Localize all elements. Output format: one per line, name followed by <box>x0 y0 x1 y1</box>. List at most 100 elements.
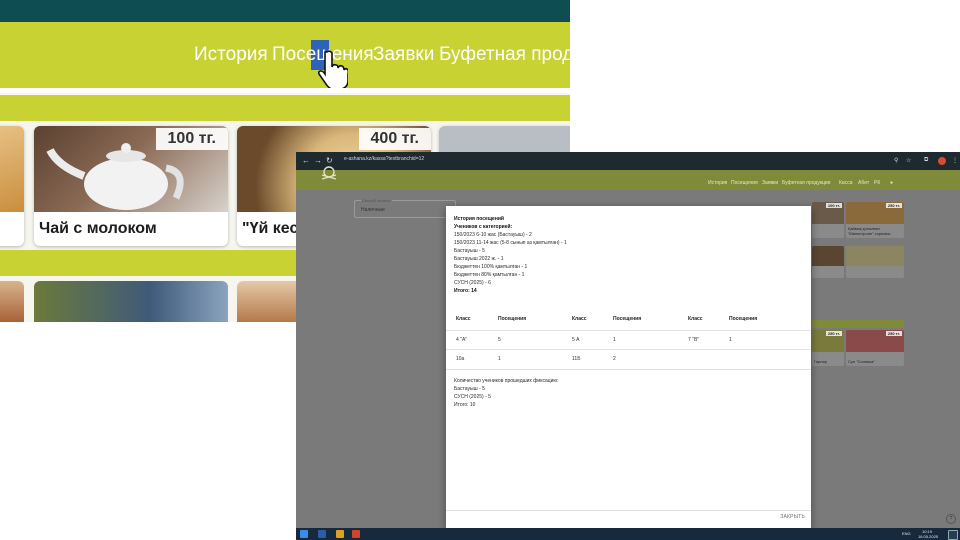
taskbar-app-icon[interactable] <box>352 530 360 538</box>
dialog-title: История посещений <box>454 216 504 222</box>
app-nav-buffet[interactable]: Буфетная продукция <box>782 180 830 186</box>
address-bar[interactable]: e-ashana.kz/kassa?textbranchid=12 <box>344 156 424 162</box>
product-card[interactable]: 250 тг. Гарнир <box>812 330 844 366</box>
zoom-nav-requests[interactable]: Заявки <box>373 44 434 66</box>
app-nav-history[interactable]: История <box>708 180 727 186</box>
product-card[interactable]: 100 тг. <box>812 202 844 238</box>
table-cell: 5 А <box>572 337 580 343</box>
menu-icon[interactable]: ⋮ <box>952 157 958 164</box>
zoom-product-card-tea[interactable]: 100 тг. Чай с молоком <box>34 126 228 246</box>
user-icon[interactable]: ● <box>890 180 893 186</box>
category-total: Итого: 14 <box>454 288 477 294</box>
product-name: Қаймақ қосылған "Минестроне" сорпасы <box>848 226 891 236</box>
price-badge: 250 тг. <box>885 203 902 208</box>
footer-divider <box>446 510 811 511</box>
price-badge: 250 тг. <box>885 331 902 336</box>
help-icon[interactable]: ? <box>946 514 956 524</box>
zoom-top-bar <box>0 0 570 22</box>
table-divider <box>446 369 811 370</box>
zoom-product-card[interactable] <box>0 126 24 246</box>
back-icon[interactable]: ← <box>302 156 310 165</box>
table-cell: 7 "В" <box>688 337 700 343</box>
payment-method-select[interactable]: Способ оплаты Наличные <box>354 198 456 218</box>
zoom-nav-buffet[interactable]: Буфетная продук <box>439 44 570 66</box>
app-nav-requests[interactable]: Заявки <box>762 180 778 186</box>
zoom-divider <box>0 88 570 93</box>
product-name: Суп "Солянка" <box>848 359 875 364</box>
category-line: Бастауыш 2022 ж. - 1 <box>454 256 504 262</box>
table-cell: 1 <box>729 337 732 343</box>
bookmark-star-icon[interactable]: ☆ <box>906 157 911 164</box>
table-header-class: Класс <box>688 316 703 322</box>
browser-window: ← → ↻ e-ashana.kz/kassa?textbranchid=12 … <box>296 152 960 540</box>
table-header-visits: Посещения <box>729 316 758 322</box>
product-card[interactable]: 250 тг. Қаймақ қосылған "Минестроне" сор… <box>846 202 904 238</box>
price-badge: 100 тг. <box>825 203 842 208</box>
reload-icon[interactable]: ↻ <box>326 156 333 165</box>
category-line: Бастауыш - 5 <box>454 248 485 254</box>
table-cell: 2 <box>613 356 616 362</box>
windows-taskbar: ENG 10:19 16.05.2025 <box>296 528 960 540</box>
price-badge: 100 тг. <box>155 128 228 150</box>
table-cell: 11Б <box>572 356 581 362</box>
table-header-class: Класс <box>456 316 471 322</box>
table-cell: 5 <box>498 337 501 343</box>
profile-avatar[interactable] <box>938 157 946 165</box>
app-nav-abit[interactable]: Абит <box>858 180 869 186</box>
table-cell: 1 <box>498 356 501 362</box>
product-card[interactable] <box>846 246 904 278</box>
app-nav-rk[interactable]: РК <box>874 180 880 186</box>
category-line: Бюджеттен 80% қамтылған - 1 <box>454 272 525 278</box>
hand-cursor-icon <box>318 50 348 90</box>
close-button[interactable]: ЗАКРЫТЬ <box>780 514 805 520</box>
extensions-icon[interactable]: ⧉ <box>924 157 928 164</box>
price-badge: 250 тг. <box>825 331 842 336</box>
fixation-title: Количество учеников прошедших фиксацию: <box>454 378 559 384</box>
price-badge: 400 тг. <box>358 128 431 150</box>
zoom-card-image <box>0 281 24 322</box>
forward-icon[interactable]: → <box>314 156 322 165</box>
table-cell: 4 "А" <box>456 337 468 343</box>
clock-date[interactable]: 16.05.2025 <box>918 534 938 539</box>
table-header-class: Класс <box>572 316 587 322</box>
app-nav-visits[interactable]: Посещения <box>731 180 758 186</box>
browser-toolbar: ← → ↻ e-ashana.kz/kassa?textbranchid=12 … <box>296 152 960 170</box>
table-header-visits: Посещения <box>613 316 642 322</box>
visits-history-dialog: История посещений Учеников с категорией:… <box>446 206 811 530</box>
app-viewport: История Посещения Заявки Буфетная продук… <box>296 166 960 530</box>
zoom-nav-history[interactable]: История <box>194 44 268 66</box>
dialog-subtitle: Учеников с категорией: <box>454 224 513 230</box>
payment-method-value: Наличные <box>361 207 385 213</box>
zoom-icon[interactable]: ⚲ <box>894 157 898 164</box>
product-card[interactable] <box>812 246 844 278</box>
table-header-visits: Посещения <box>498 316 527 322</box>
category-bar <box>812 320 904 328</box>
fixation-line: Бастауыш - 5 <box>454 386 485 392</box>
category-line: СУСН (2025) - 6 <box>454 280 491 286</box>
product-image <box>846 246 904 266</box>
payment-method-label: Способ оплаты <box>361 198 392 203</box>
fixation-line: СУСН (2025) - 5 <box>454 394 491 400</box>
table-cell: 10а <box>456 356 465 362</box>
table-divider <box>446 330 811 331</box>
app-logo-icon <box>321 166 337 180</box>
zoom-card-image <box>34 281 228 322</box>
app-nav-cashier[interactable]: Касса <box>839 180 852 186</box>
taskbar-app-icon[interactable] <box>336 530 344 538</box>
product-card[interactable]: 250 тг. Суп "Солянка" <box>846 330 904 366</box>
soup-image <box>0 126 24 212</box>
category-line: Бюджеттен 100% қамтылған - 1 <box>454 264 528 270</box>
category-line: 150/2023 11-14 жас (5-8 сынып аз қамтылғ… <box>454 240 567 246</box>
product-name: Гарнир <box>814 359 828 364</box>
category-line: 150/2023 6-10 жас (Бастауыш) - 2 <box>454 232 532 238</box>
zoom-category-bar <box>0 95 570 121</box>
fixation-total: Итого: 10 <box>454 402 476 408</box>
product-image <box>812 246 844 266</box>
table-divider <box>446 349 811 350</box>
input-language[interactable]: ENG <box>902 531 911 536</box>
windows-start-icon[interactable] <box>300 530 308 538</box>
product-name: Чай с молоком <box>39 220 157 237</box>
notifications-icon[interactable] <box>948 530 958 540</box>
taskbar-app-icon[interactable] <box>318 530 326 538</box>
table-cell: 1 <box>613 337 616 343</box>
